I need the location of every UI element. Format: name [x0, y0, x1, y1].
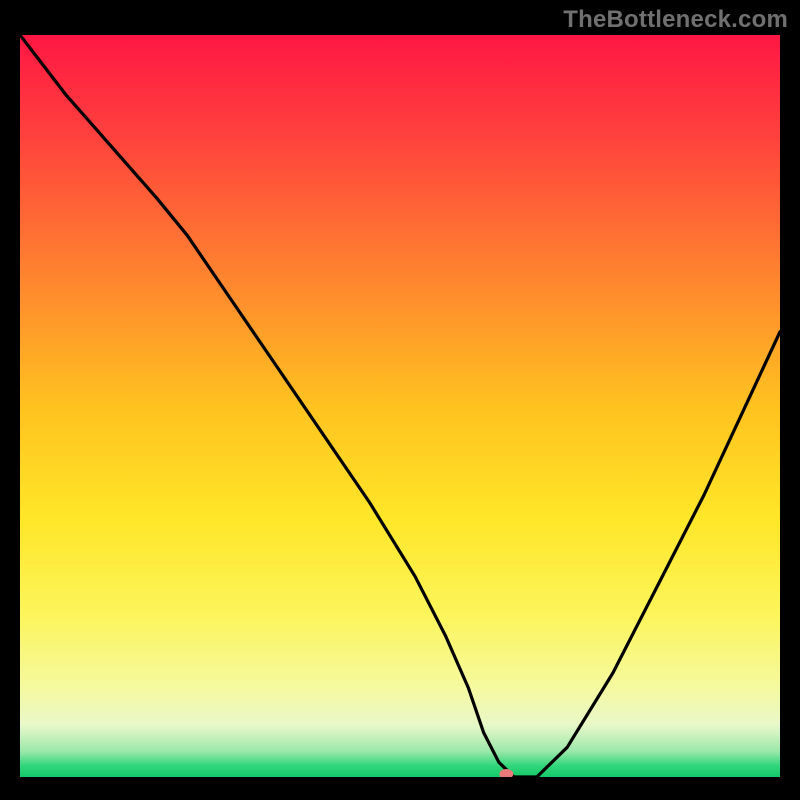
- gradient-background: [20, 35, 780, 777]
- chart-frame: TheBottleneck.com: [0, 0, 800, 800]
- chart-svg: [20, 35, 780, 777]
- watermark-text: TheBottleneck.com: [563, 6, 788, 34]
- plot-area: [20, 35, 780, 777]
